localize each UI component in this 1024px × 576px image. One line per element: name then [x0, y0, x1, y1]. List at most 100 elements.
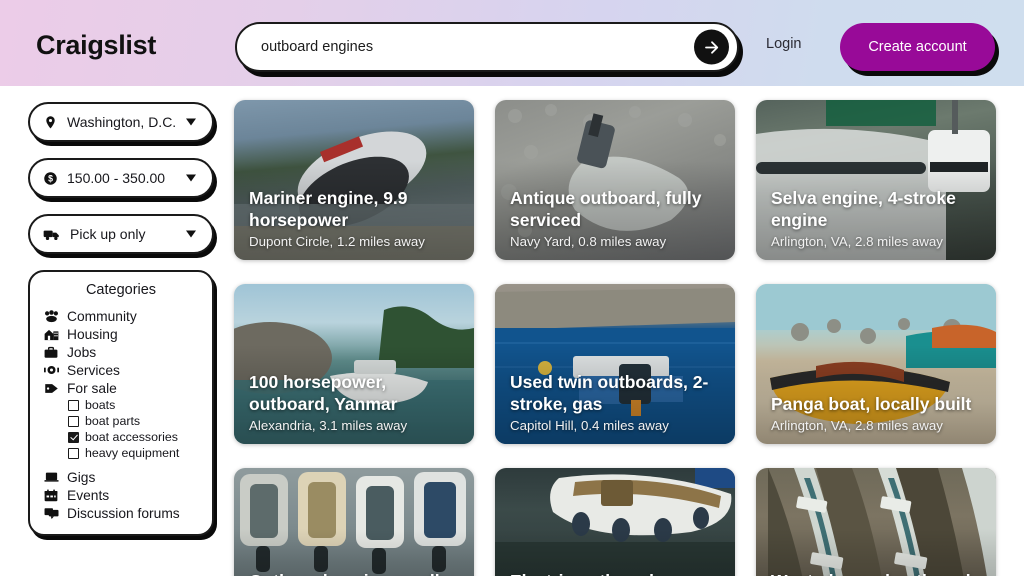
listing-text: Antique outboard, fully serviced Navy Ya…	[510, 188, 723, 249]
category-community[interactable]: Community	[30, 307, 212, 325]
arrow-right-icon	[704, 40, 718, 54]
listing-text: Selva engine, 4-stroke engine Arlington,…	[771, 188, 984, 249]
location-pin-icon	[43, 115, 58, 130]
listing-scrim	[234, 468, 474, 576]
search-input[interactable]	[261, 39, 661, 55]
listing-location: Arlington, VA, 2.8 miles away	[771, 234, 943, 249]
listing-location: Dupont Circle, 1.2 miles away	[249, 234, 425, 249]
listing-title: Wanted - used outboard - diesel	[771, 571, 984, 576]
laptop-icon	[44, 471, 63, 483]
services-icon	[44, 364, 63, 376]
login-link[interactable]: Login	[766, 36, 801, 52]
search-bar	[235, 22, 739, 72]
brand-logo[interactable]: Craigslist	[36, 30, 156, 61]
subcategory-boat-accessories[interactable]: boat accessories	[30, 429, 212, 445]
checkbox-unchecked-icon[interactable]	[68, 447, 79, 459]
listing-scrim	[756, 468, 996, 576]
listing-location: Alexandria, 3.1 miles away	[249, 418, 408, 433]
search-submit-button[interactable]	[694, 29, 729, 65]
listing-location: Capitol Hill, 0.4 miles away	[510, 418, 669, 433]
category-services[interactable]: Services	[30, 361, 212, 379]
filter-price-label: 150.00 - 350.00	[67, 170, 166, 186]
tag-icon	[44, 382, 63, 395]
dollar-circle-icon: $	[43, 171, 58, 186]
category-for-sale[interactable]: For sale	[30, 379, 212, 397]
listing-text: Electric outboard, Newport Vessels	[510, 571, 723, 576]
listing-card[interactable]: Wanted - used outboard - diesel	[756, 468, 996, 576]
briefcase-icon	[44, 346, 63, 359]
create-account-button[interactable]: Create account	[840, 23, 995, 71]
categories-title: Categories	[85, 282, 157, 298]
listing-card[interactable]: 100 horsepower, outboard, Yanmar Alexand…	[234, 284, 474, 444]
filter-location-label: Washington, D.C.	[67, 114, 177, 130]
listing-text: Used twin outboards, 2-stroke, gas Capit…	[510, 372, 723, 433]
listing-text: Panga boat, locally built Arlington, VA,…	[771, 394, 984, 433]
listings-grid: Mariner engine, 9.9 horsepower Dupont Ci…	[234, 100, 1004, 576]
calendar-icon	[44, 488, 63, 502]
chevron-down-icon	[186, 174, 196, 182]
subcategory-label: boat accessories	[85, 430, 178, 444]
listing-scrim	[495, 468, 735, 576]
category-gigs[interactable]: Gigs	[30, 468, 212, 486]
subcategory-boat-parts[interactable]: boat parts	[30, 413, 212, 429]
category-label: Community	[67, 308, 137, 324]
subcategory-heavy-equipment[interactable]: heavy equipment	[30, 445, 212, 461]
listing-card[interactable]: Electric outboard, Newport Vessels	[495, 468, 735, 576]
svg-text:$: $	[48, 173, 53, 183]
community-icon	[44, 309, 63, 323]
subcategory-boats[interactable]: boats	[30, 397, 212, 413]
category-label: Jobs	[67, 344, 97, 360]
listing-card[interactable]: Selva engine, 4-stroke engine Arlington,…	[756, 100, 996, 260]
listing-title: 100 horsepower, outboard, Yanmar	[249, 372, 398, 414]
subcategory-label: heavy equipment	[85, 446, 180, 460]
listing-card[interactable]: Mariner engine, 9.9 horsepower Dupont Ci…	[234, 100, 474, 260]
category-housing[interactable]: Housing	[30, 325, 212, 343]
search-box[interactable]	[235, 22, 739, 72]
divider-spacer	[30, 461, 212, 468]
checkbox-unchecked-icon[interactable]	[68, 399, 79, 411]
category-label: Gigs	[67, 469, 96, 485]
chat-bubbles-icon	[44, 507, 63, 520]
filter-location[interactable]: Washington, D.C.	[28, 102, 214, 142]
category-label: For sale	[67, 380, 117, 396]
sidebar: Washington, D.C. $ 150.00 - 350.00 Pick …	[28, 102, 218, 536]
listing-location: Navy Yard, 0.8 miles away	[510, 234, 667, 249]
listing-title: Antique outboard, fully serviced	[510, 188, 702, 230]
checkbox-checked-icon[interactable]	[68, 431, 79, 443]
listing-card[interactable]: Outboard engine reseller - best price	[234, 468, 474, 576]
filter-delivery-label: Pick up only	[70, 226, 146, 242]
category-label: Services	[67, 362, 120, 378]
chevron-down-icon	[186, 230, 196, 238]
categories-panel: Categories Community Housing Jobs Servic…	[28, 270, 214, 536]
category-jobs[interactable]: Jobs	[30, 343, 212, 361]
housing-icon	[44, 328, 63, 341]
page-body: Washington, D.C. $ 150.00 - 350.00 Pick …	[0, 86, 1024, 576]
listing-card[interactable]: Used twin outboards, 2-stroke, gas Capit…	[495, 284, 735, 444]
filter-delivery[interactable]: Pick up only	[28, 214, 214, 254]
subcategory-label: boat parts	[85, 414, 141, 428]
category-events[interactable]: Events	[30, 486, 212, 504]
subcategory-label: boats	[85, 398, 116, 412]
listing-title: Panga boat, locally built	[771, 393, 972, 414]
category-label: Events	[67, 487, 110, 503]
listing-location: Arlington, VA, 2.8 miles away	[771, 418, 943, 433]
checkbox-unchecked-icon[interactable]	[68, 415, 79, 427]
listing-text: 100 horsepower, outboard, Yanmar Alexand…	[249, 372, 462, 433]
listing-title: Mariner engine, 9.9 horsepower	[249, 188, 408, 230]
category-label: Discussion forums	[67, 505, 180, 521]
chevron-down-icon	[186, 118, 196, 126]
listing-title: Used twin outboards, 2-stroke, gas	[510, 372, 709, 414]
filter-price[interactable]: $ 150.00 - 350.00	[28, 158, 214, 198]
listing-text: Wanted - used outboard - diesel	[771, 571, 984, 576]
listing-text: Mariner engine, 9.9 horsepower Dupont Ci…	[249, 188, 462, 249]
listing-title: Outboard engine reseller - best price	[249, 571, 462, 576]
listing-text: Outboard engine reseller - best price	[249, 571, 462, 576]
listing-title: Electric outboard, Newport Vessels	[510, 571, 723, 576]
listing-card[interactable]: Antique outboard, fully serviced Navy Ya…	[495, 100, 735, 260]
category-discussion-forums[interactable]: Discussion forums	[30, 504, 212, 522]
category-label: Housing	[67, 326, 118, 342]
site-header: Craigslist Login Create account	[0, 0, 1024, 86]
listing-card[interactable]: Panga boat, locally built Arlington, VA,…	[756, 284, 996, 444]
truck-icon	[43, 227, 61, 242]
listing-title: Selva engine, 4-stroke engine	[771, 188, 956, 230]
